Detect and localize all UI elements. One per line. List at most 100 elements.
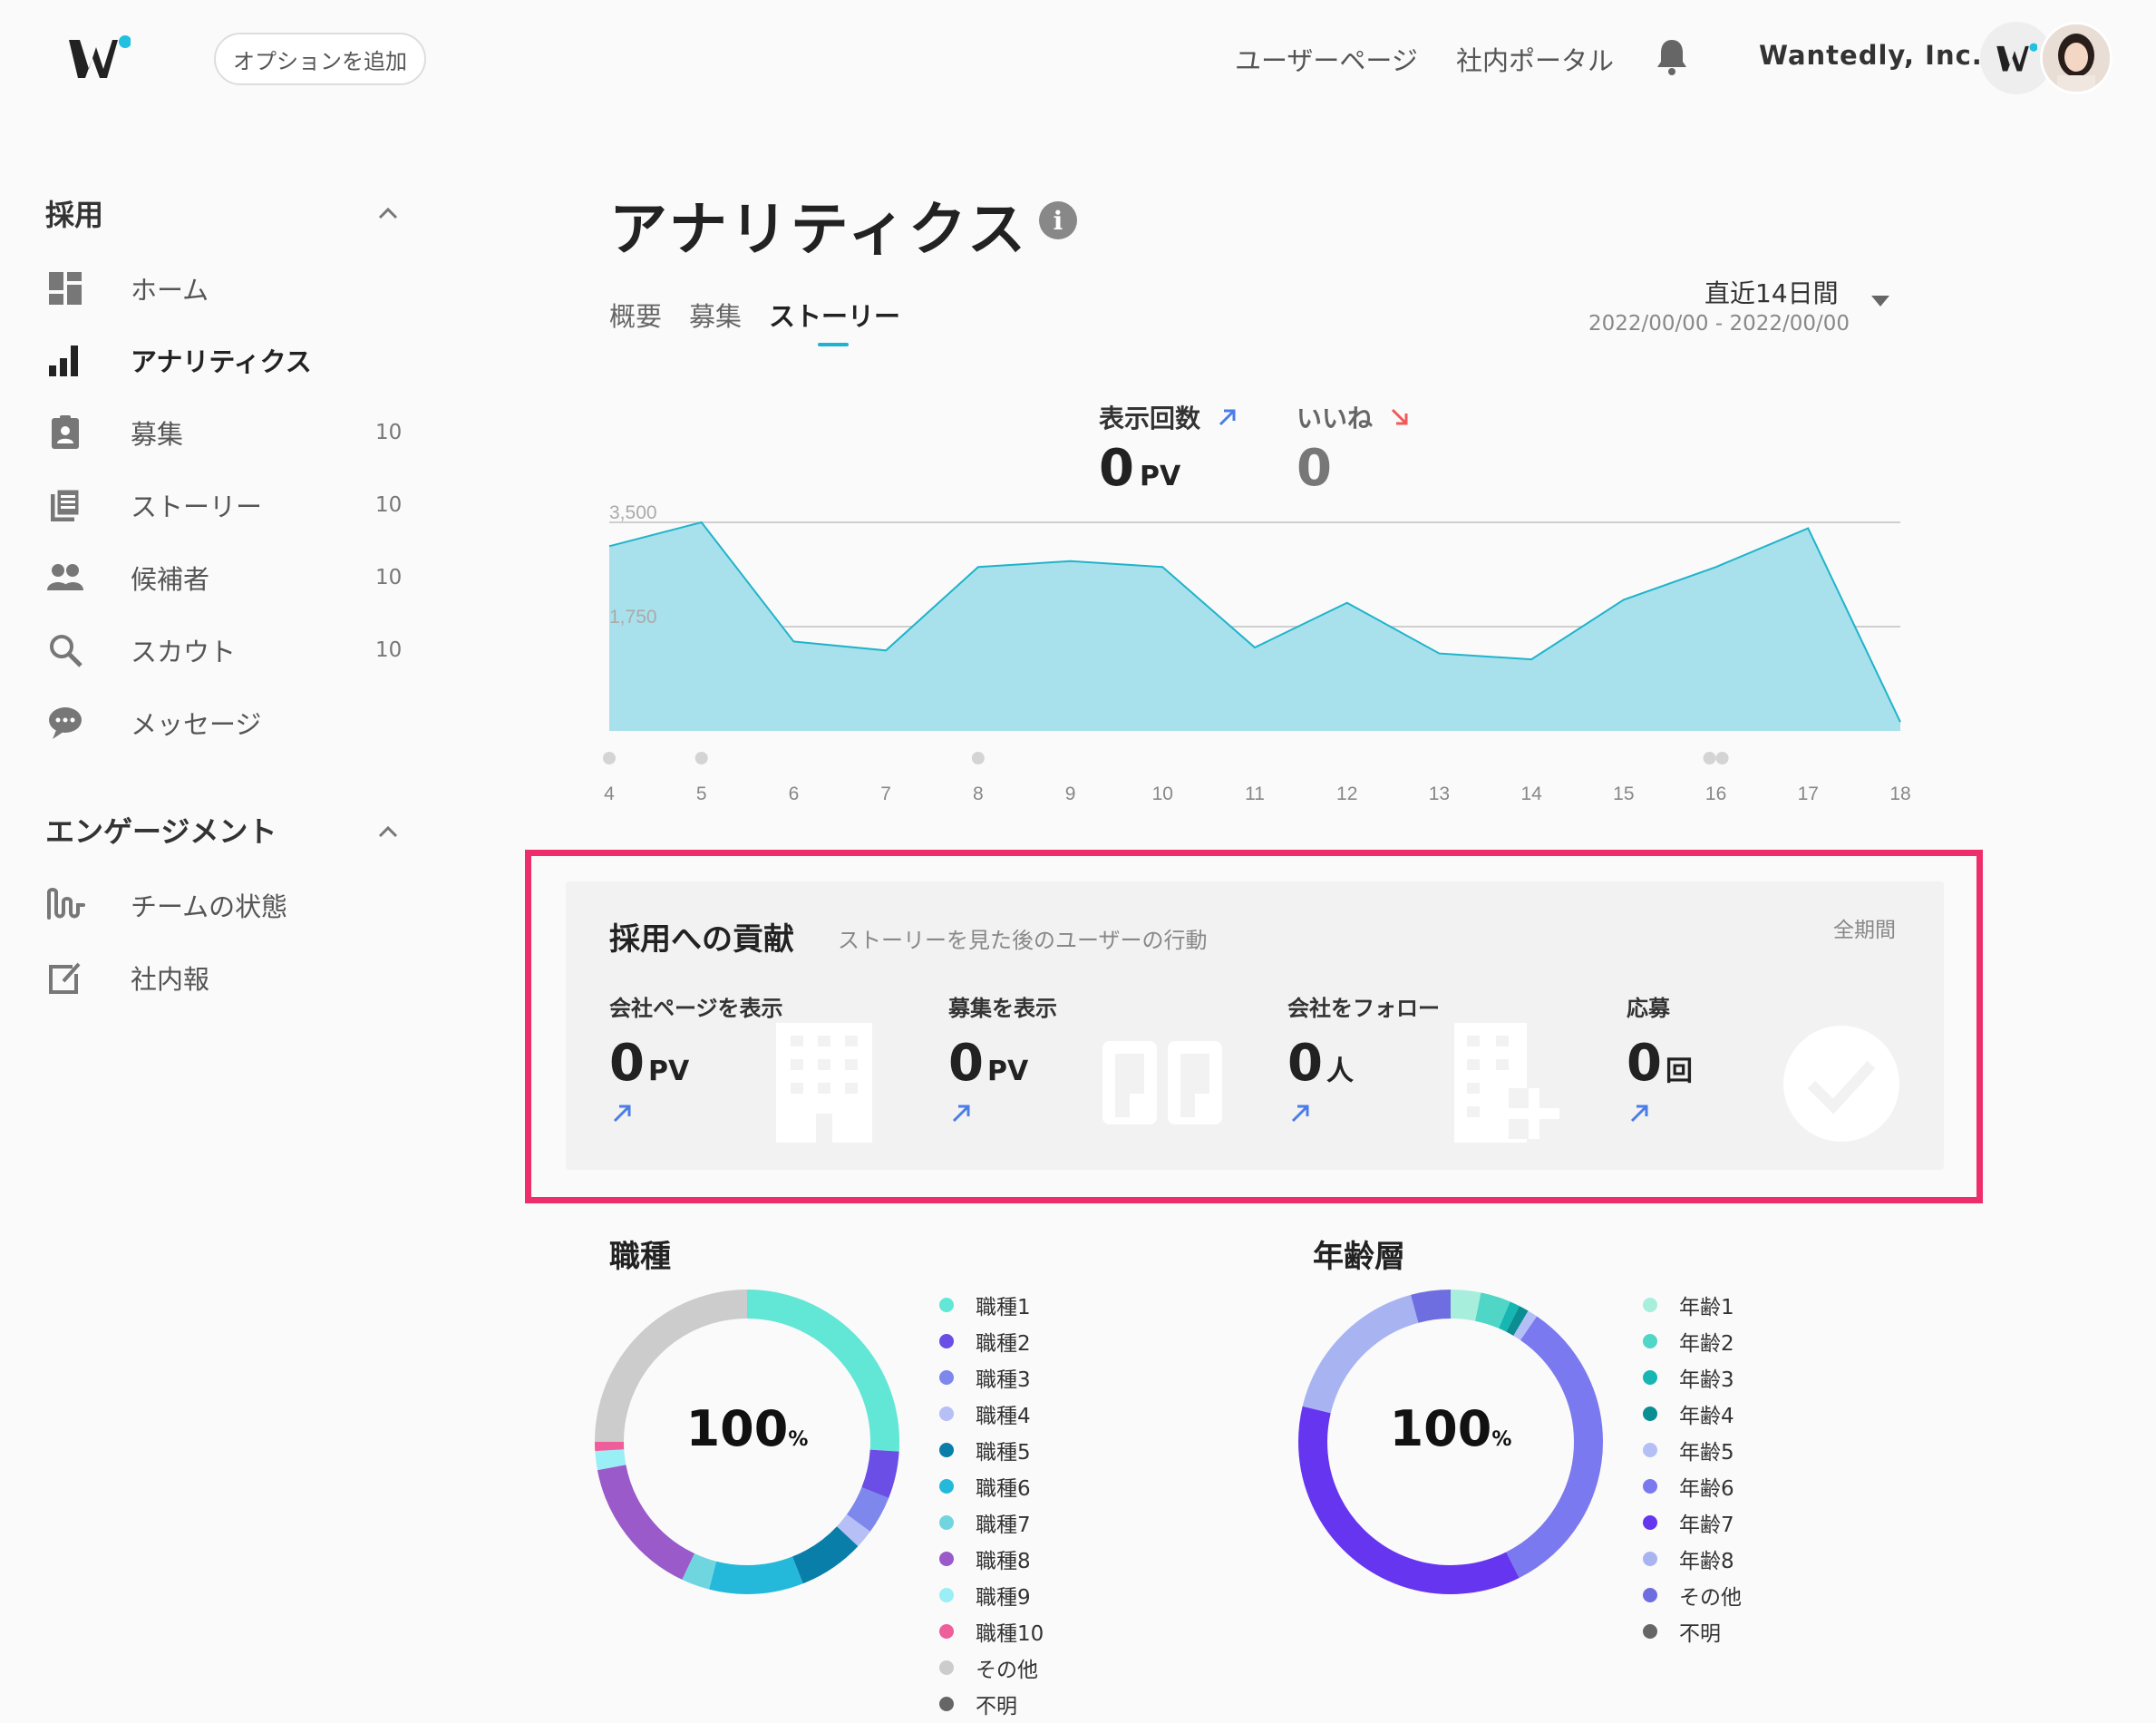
legend-item[interactable]: 不明 — [939, 1690, 1139, 1718]
wave-icon — [45, 885, 85, 925]
legend-item[interactable]: 年齢3 — [1643, 1364, 1842, 1392]
chat-icon — [45, 703, 85, 743]
chevron-up-icon[interactable] — [377, 825, 399, 838]
legend-item[interactable]: 不明 — [1643, 1618, 1842, 1646]
add-option-button[interactable]: オプションを追加 — [214, 33, 426, 85]
tab-stories[interactable]: ストーリー — [769, 296, 900, 334]
legend-item[interactable]: 年齢2 — [1643, 1328, 1842, 1356]
legend-label: 職種1 — [976, 1296, 1031, 1319]
period-selector[interactable]: 直近14日間 — [1704, 274, 1839, 310]
legend-item[interactable]: 年齢7 — [1643, 1509, 1842, 1537]
views-metric-label: 表示回数 — [1099, 399, 1238, 435]
x-tick-label: 18 — [1889, 784, 1910, 804]
internal-portal-link[interactable]: 社内ポータル — [1456, 40, 1614, 78]
trend-up-icon — [952, 1105, 970, 1123]
user-avatar[interactable] — [2040, 22, 2112, 94]
likes-label-text: いいね — [1297, 404, 1374, 433]
contribution-title: 採用への貢献 — [609, 921, 794, 958]
legend-label: 職種10 — [976, 1622, 1044, 1646]
tab-jobs[interactable]: 募集 — [689, 296, 742, 334]
sidebar-item-scout[interactable]: スカウト 10 — [45, 625, 408, 676]
legend-item[interactable]: 年齢5 — [1643, 1436, 1842, 1465]
sidebar-item-label: 候補者 — [131, 564, 210, 595]
sidebar-item-stories[interactable]: ストーリー 10 — [45, 480, 408, 531]
legend-label: 職種5 — [976, 1441, 1031, 1465]
views-label-text: 表示回数 — [1099, 404, 1201, 433]
legend-item[interactable]: 年齢4 — [1643, 1400, 1842, 1428]
legend-item[interactable]: 職種7 — [939, 1509, 1139, 1537]
legend-item[interactable]: 職種9 — [939, 1582, 1139, 1610]
legend-item[interactable]: 職種5 — [939, 1436, 1139, 1465]
wantedly-logo[interactable] — [67, 34, 131, 82]
x-tick-label: 4 — [604, 784, 615, 804]
check-circle-icon — [1783, 1026, 1899, 1142]
company-name[interactable]: Wantedly, Inc. — [1759, 40, 1983, 71]
legend-item[interactable]: 職種3 — [939, 1364, 1139, 1392]
legend-swatch — [939, 1515, 954, 1530]
sidebar-item-home[interactable]: ホーム — [45, 263, 408, 314]
sidebar-item-jobs[interactable]: 募集 10 — [45, 407, 408, 458]
follow-label: 会社をフォロー — [1287, 996, 1440, 1021]
unit-text: 回 — [1665, 1056, 1693, 1087]
legend-label: 年齢8 — [1679, 1550, 1734, 1573]
event-marker[interactable] — [1703, 752, 1716, 764]
legend-item[interactable]: その他 — [939, 1654, 1139, 1682]
badge-icon — [45, 413, 85, 453]
legend-item[interactable]: 職種2 — [939, 1328, 1139, 1356]
legend-item[interactable]: 年齢8 — [1643, 1545, 1842, 1573]
sidebar-item-analytics[interactable]: アナリティクス — [45, 335, 408, 385]
legend-swatch — [939, 1697, 954, 1711]
event-marker[interactable] — [1715, 752, 1729, 764]
legend-label: 職種9 — [976, 1586, 1031, 1610]
sidebar-item-candidates[interactable]: 候補者 10 — [45, 552, 408, 603]
value-text: 0 — [1627, 1034, 1662, 1093]
legend-swatch — [1643, 1552, 1657, 1566]
sidebar-item-label: チームの状態 — [131, 891, 288, 922]
y-tick-label: 3,500 — [609, 502, 657, 523]
legend-item[interactable]: 年齢6 — [1643, 1473, 1842, 1501]
legend-label: 年齢5 — [1679, 1441, 1734, 1465]
legend-item[interactable]: 職種4 — [939, 1400, 1139, 1428]
legend-swatch — [1643, 1370, 1657, 1385]
tab-overview[interactable]: 概要 — [609, 296, 662, 334]
legend-label: 年齢6 — [1679, 1477, 1734, 1501]
dashboard-icon — [45, 268, 85, 308]
legend-swatch — [939, 1407, 954, 1421]
user-photo-icon — [2043, 24, 2110, 92]
legend-swatch — [939, 1624, 954, 1639]
trend-up-icon — [1630, 1105, 1648, 1123]
chevron-up-icon[interactable] — [377, 207, 399, 219]
legend-item[interactable]: 職種1 — [939, 1291, 1139, 1319]
sidebar-item-label: メッセージ — [131, 709, 262, 740]
info-icon[interactable]: i — [1039, 201, 1077, 239]
bell-icon[interactable] — [1654, 36, 1690, 76]
sidebar-item-count: 10 — [375, 638, 403, 662]
legend-swatch — [1643, 1479, 1657, 1494]
legend-swatch — [1643, 1443, 1657, 1457]
x-tick-label: 8 — [973, 784, 984, 804]
legend-item[interactable]: 職種6 — [939, 1473, 1139, 1501]
user-page-link[interactable]: ユーザーページ — [1235, 40, 1418, 78]
job-view-value: 0 PV — [948, 1034, 1028, 1093]
legend-item[interactable]: 職種10 — [939, 1618, 1139, 1646]
event-marker[interactable] — [694, 752, 708, 764]
legend-item[interactable]: その他 — [1643, 1582, 1842, 1610]
sidebar-item-newsletter[interactable]: 社内報 — [45, 952, 408, 1003]
legend-item[interactable]: 年齢1 — [1643, 1291, 1842, 1319]
sidebar-item-label: スカウト — [131, 637, 237, 667]
sidebar-item-team-status[interactable]: チームの状態 — [45, 880, 408, 930]
legend-swatch — [1643, 1515, 1657, 1530]
search-icon — [45, 630, 85, 670]
legend-item[interactable]: 職種8 — [939, 1545, 1139, 1573]
sidebar-item-label: 社内報 — [131, 964, 210, 995]
legend-swatch — [939, 1588, 954, 1602]
people-icon — [45, 558, 85, 598]
legend-label: 年齢2 — [1679, 1332, 1734, 1356]
event-marker[interactable] — [971, 752, 985, 764]
top-header: オプションを追加 ユーザーページ 社内ポータル Wantedly, Inc. — [0, 0, 2156, 118]
caret-down-icon[interactable] — [1871, 296, 1889, 307]
event-marker[interactable] — [603, 752, 616, 764]
bar-chart-icon — [45, 340, 85, 380]
x-tick-label: 11 — [1245, 784, 1265, 804]
sidebar-item-messages[interactable]: メッセージ — [45, 697, 408, 748]
